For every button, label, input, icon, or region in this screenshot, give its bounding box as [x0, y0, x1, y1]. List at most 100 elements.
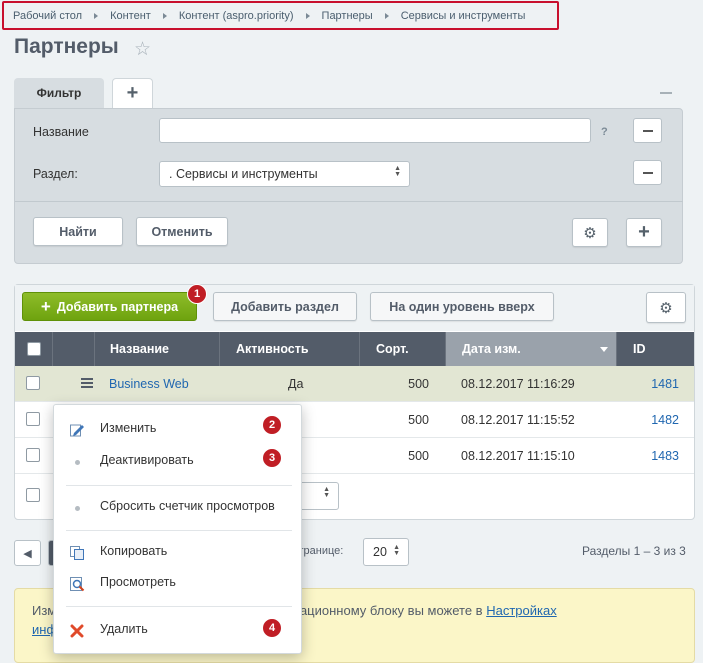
column-header-date[interactable]: Дата изм. [446, 332, 617, 366]
collapse-filter-icon[interactable] [660, 92, 672, 94]
menu-item-edit-label: Изменить [100, 421, 157, 435]
row-checkbox[interactable] [26, 376, 40, 390]
menu-item-view[interactable]: Просмотреть [54, 569, 303, 597]
row-date: 08.12.2017 11:15:52 [461, 413, 575, 427]
table-header: Название Активность Сорт. Дата изм. ID [15, 332, 694, 366]
select-all-checkbox[interactable] [26, 342, 41, 356]
header-checkbox-cell [15, 332, 53, 366]
find-button[interactable]: Найти [33, 217, 123, 246]
step-badge-2: 2 [262, 415, 282, 435]
group-action-checkbox[interactable] [26, 488, 40, 502]
row-date: 08.12.2017 11:16:29 [461, 377, 575, 391]
row-context-menu: Изменить Деактивировать Сбросить счетчик… [53, 404, 302, 654]
minus-icon [642, 171, 653, 174]
edit-icon [69, 422, 85, 438]
cancel-button[interactable]: Отменить [136, 217, 228, 246]
add-section-button[interactable]: Добавить раздел [213, 292, 357, 321]
settings-link[interactable]: Настройках [486, 603, 557, 618]
breadcrumb-item-desktop[interactable]: Рабочий стол [13, 10, 82, 22]
level-up-button[interactable]: На один уровень вверх [370, 292, 554, 321]
menu-item-view-label: Просмотреть [100, 575, 176, 589]
add-filter-tab-button[interactable]: + [112, 78, 153, 108]
plus-icon: + [40, 296, 51, 316]
row-id[interactable]: 1482 [617, 402, 679, 438]
row-sort: 500 [408, 449, 429, 463]
row-checkbox[interactable] [26, 412, 40, 426]
info-text-end: мационному блоку вы можете в [291, 603, 487, 618]
column-header-activity[interactable]: Активность [220, 332, 360, 366]
row-id[interactable]: 1481 [617, 366, 679, 402]
column-header-sort[interactable]: Сорт. [360, 332, 446, 366]
menu-item-reset-counter-label: Сбросить счетчик просмотров [100, 499, 275, 513]
remove-name-field-button[interactable] [633, 118, 662, 143]
plus-icon: + [126, 82, 139, 104]
filter-settings-button[interactable]: ⚙ [572, 218, 608, 247]
plus-icon: + [638, 221, 650, 243]
view-icon [69, 576, 85, 592]
chevron-left-icon: ◀ [23, 547, 32, 560]
tab-filter[interactable]: Фильтр [14, 78, 104, 108]
row-checkbox[interactable] [26, 448, 40, 462]
column-header-id[interactable]: ID [617, 332, 694, 366]
column-header-date-label: Дата изм. [462, 342, 521, 356]
menu-item-copy[interactable]: Копировать [54, 538, 303, 566]
menu-divider [66, 485, 292, 486]
chevron-right-icon [94, 12, 99, 19]
row-active: Да [288, 377, 304, 391]
add-partner-button[interactable]: + Добавить партнера [22, 292, 197, 321]
filter-section-select[interactable]: . Сервисы и инструменты ▲ ▼ [159, 161, 410, 187]
updown-arrows-icon: ▲ ▼ [393, 544, 400, 557]
per-page-select[interactable]: 20 ▲ ▼ [363, 538, 409, 566]
remove-section-field-button[interactable] [633, 160, 662, 185]
menu-divider [66, 530, 292, 531]
filter-section-value: . Сервисы и инструменты [169, 167, 318, 181]
dot-icon [69, 454, 85, 470]
filter-section-label: Раздел: [33, 167, 78, 181]
row-id[interactable]: 1483 [617, 438, 679, 474]
filter-name-input[interactable] [159, 118, 591, 143]
copy-icon [69, 545, 85, 561]
row-name[interactable]: Business Web [109, 366, 189, 402]
step-badge-1: 1 [187, 284, 207, 304]
menu-divider [66, 606, 292, 607]
column-header-name[interactable]: Название [95, 332, 220, 366]
menu-item-copy-label: Копировать [100, 544, 168, 558]
chevron-right-icon [305, 12, 310, 19]
breadcrumb: Рабочий стол Контент Контент (aspro.prio… [2, 1, 559, 30]
per-page-value: 20 [373, 545, 387, 559]
row-menu-icon[interactable] [81, 378, 93, 390]
row-date: 08.12.2017 11:15:10 [461, 449, 575, 463]
breadcrumb-item-services[interactable]: Сервисы и инструменты [401, 10, 526, 22]
pager-prev-button[interactable]: ◀ [14, 540, 41, 566]
gear-icon: ⚙ [583, 224, 597, 242]
menu-item-deactivate-label: Деактивировать [100, 453, 194, 467]
step-badge-4: 4 [262, 618, 282, 638]
step-badge-3: 3 [262, 448, 282, 468]
pager-range: Разделы 1 – 3 из 3 [582, 544, 686, 558]
chevron-right-icon [162, 12, 167, 19]
breadcrumb-item-content[interactable]: Контент [110, 10, 151, 22]
page-title: Партнеры [14, 35, 119, 58]
dot-icon [69, 500, 85, 516]
add-filter-field-button[interactable]: + [626, 218, 662, 247]
breadcrumb-item-content-aspro[interactable]: Контент (aspro.priority) [179, 10, 294, 22]
help-icon[interactable]: ? [601, 126, 608, 138]
header-actions-cell [53, 332, 95, 366]
info-text: мационному блоку вы можете в Настройках [291, 603, 557, 618]
add-partner-label: Добавить партнера [56, 299, 179, 314]
filter-name-label: Название [33, 125, 89, 139]
grid-settings-button[interactable]: ⚙ [646, 292, 686, 323]
row-sort: 500 [408, 413, 429, 427]
table-row[interactable]: Business Web Да 500 08.12.2017 11:16:29 … [15, 366, 694, 402]
updown-arrows-icon: ▲ ▼ [323, 486, 330, 499]
minus-icon [642, 129, 653, 132]
divider [15, 201, 683, 202]
delete-icon [69, 623, 85, 639]
menu-item-reset-counter[interactable]: Сбросить счетчик просмотров [54, 493, 303, 521]
sort-desc-icon [600, 347, 608, 352]
row-sort: 500 [408, 377, 429, 391]
star-icon[interactable]: ☆ [134, 38, 151, 61]
updown-arrows-icon: ▲ ▼ [394, 165, 401, 178]
breadcrumb-item-partners[interactable]: Партнеры [322, 10, 373, 22]
menu-item-delete-label: Удалить [100, 622, 148, 636]
